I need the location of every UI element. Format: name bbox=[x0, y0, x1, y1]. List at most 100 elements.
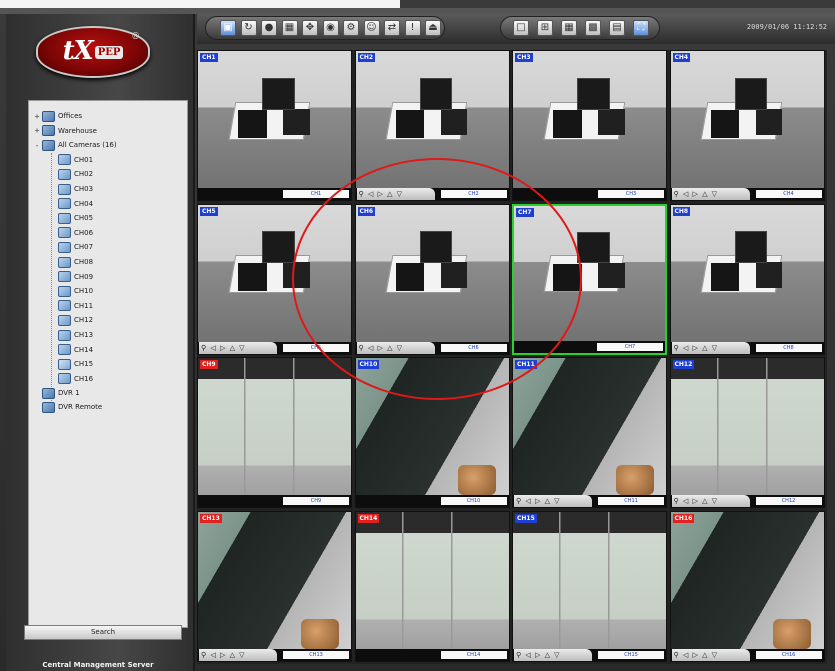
camera-tile[interactable]: CH7 CH7 bbox=[512, 203, 667, 355]
folder-icon bbox=[42, 125, 55, 137]
camera-icon bbox=[58, 358, 71, 370]
camera-channel-label: CH4 bbox=[672, 53, 691, 62]
camera-tile[interactable]: CH6 ⚲ ◁ ▷ △ ▽ CH6 bbox=[354, 203, 510, 355]
camera-channel-label: CH1 bbox=[200, 53, 218, 62]
search-button[interactable]: Search bbox=[24, 625, 182, 640]
camera-tile[interactable]: CH12 ⚲ ◁ ▷ △ ▽ CH12 bbox=[669, 357, 825, 508]
ptz-control-icon[interactable]: ⚲ ◁ ▷ △ ▽ bbox=[199, 341, 277, 354]
expand-toggle-icon[interactable]: - bbox=[33, 141, 41, 150]
ptz-control-icon[interactable]: ⚲ ◁ ▷ △ ▽ bbox=[514, 648, 592, 661]
logo-registered-mark: ® bbox=[131, 32, 140, 42]
camera-tile[interactable]: CH11 ⚲ ◁ ▷ △ ▽ CH11 bbox=[512, 357, 667, 508]
camera-tile[interactable]: CH2 ⚲ ◁ ▷ △ ▽ CH2 bbox=[354, 50, 510, 201]
camera-channel-label: CH16 bbox=[672, 513, 695, 523]
camera-tile[interactable]: CH15 ⚲ ◁ ▷ △ ▽ CH15 bbox=[512, 510, 667, 662]
camera-tile[interactable]: CH8 ⚲ ◁ ▷ △ ▽ CH8 bbox=[669, 203, 825, 355]
ptz-control-icon[interactable]: ⚲ ◁ ▷ △ ▽ bbox=[671, 341, 750, 354]
ptz-control-icon[interactable]: ⚲ ◁ ▷ △ ▽ bbox=[514, 495, 592, 507]
tree-item-label: CH01 bbox=[74, 155, 94, 164]
tree-item-label: CH03 bbox=[74, 185, 94, 193]
tree-item[interactable]: CH04 bbox=[57, 197, 93, 211]
camera-tile[interactable]: CH4 ⚲ ◁ ▷ △ ▽ CH4 bbox=[669, 50, 825, 201]
user-button[interactable]: ☺ bbox=[363, 20, 380, 36]
camera-status-bar: ⚲ ◁ ▷ △ ▽ CH13 bbox=[198, 648, 351, 661]
tree-item[interactable]: CH15 bbox=[57, 357, 93, 371]
tree-item[interactable]: CH11 bbox=[57, 299, 93, 313]
camera-view-button[interactable]: ▣ bbox=[220, 20, 236, 36]
ptz-button[interactable]: ✥ bbox=[302, 20, 318, 36]
network-button[interactable]: ⇄ bbox=[384, 20, 400, 36]
camera-feed bbox=[670, 204, 824, 354]
tree-item-label: CH13 bbox=[74, 331, 94, 339]
camera-tile[interactable]: CH16 ⚲ ◁ ▷ △ ▽ CH16 bbox=[669, 510, 825, 662]
top-edge bbox=[0, 0, 400, 8]
ptz-control-icon[interactable]: ⚲ ◁ ▷ △ ▽ bbox=[199, 648, 277, 661]
exit-button[interactable]: ⏏ bbox=[425, 20, 441, 36]
ptz-control-icon[interactable]: ⚲ ◁ ▷ △ ▽ bbox=[671, 648, 750, 661]
camera-channel-label: CH7 bbox=[516, 207, 534, 217]
camera-feed bbox=[198, 358, 351, 507]
camera-tile[interactable]: CH3 CH3 bbox=[512, 50, 667, 201]
folder-icon bbox=[42, 401, 55, 413]
tree-item[interactable]: CH10 bbox=[57, 284, 93, 298]
layout-3x3-button[interactable]: ▦ bbox=[561, 20, 577, 36]
tree-item[interactable]: CH16 bbox=[57, 372, 93, 386]
camera-tile[interactable]: CH13 ⚲ ◁ ▷ △ ▽ CH13 bbox=[197, 510, 352, 662]
record-button[interactable]: ● bbox=[261, 20, 277, 36]
tools-group: ▣ ↻ ● ▦ ✥ ◉ ⚙ ☺ ⇄! ⏏ bbox=[205, 16, 445, 40]
camera-status-bar: ⚲ ◁ ▷ △ ▽ CH2 bbox=[355, 188, 509, 200]
ptz-control-icon[interactable]: ⚲ ◁ ▷ △ ▽ bbox=[671, 188, 750, 200]
tree-item[interactable]: + Warehouse bbox=[33, 124, 97, 138]
camera-tile[interactable]: CH10 CH10 bbox=[354, 357, 510, 508]
ptz-control-icon[interactable]: ⚲ ◁ ▷ △ ▽ bbox=[671, 495, 750, 507]
tree-item[interactable]: CH09 bbox=[57, 270, 93, 284]
camera-tile[interactable]: CH5 ⚲ ◁ ▷ △ ▽ CH5 bbox=[197, 203, 352, 355]
camera-tile[interactable]: CH9 CH9 bbox=[197, 357, 352, 508]
expand-toggle-icon[interactable]: + bbox=[33, 126, 41, 135]
tree-item[interactable]: CH14 bbox=[57, 343, 93, 357]
tree-item[interactable]: DVR 1 bbox=[33, 386, 80, 400]
tree-item[interactable]: CH06 bbox=[57, 226, 93, 240]
config-button[interactable]: ⚙ bbox=[343, 20, 359, 36]
camera-channel-label: CH12 bbox=[672, 360, 695, 369]
tree-item[interactable]: CH12 bbox=[57, 313, 93, 327]
alarm-button[interactable]: ! bbox=[404, 20, 421, 36]
tree-item-label: CH11 bbox=[74, 301, 94, 310]
camera-status-bar: CH7 bbox=[514, 340, 665, 353]
tree-item[interactable]: CH03 bbox=[57, 182, 93, 196]
tree-item[interactable]: DVR Remote bbox=[33, 400, 102, 414]
snapshot-button[interactable]: ◉ bbox=[322, 20, 339, 36]
layout-custom-button[interactable]: ▤ bbox=[609, 20, 625, 36]
layout-4x4-button[interactable]: ▩ bbox=[585, 20, 601, 36]
layout-1x1-button[interactable]: □ bbox=[513, 20, 529, 36]
ptz-control-icon[interactable]: ⚲ ◁ ▷ △ ▽ bbox=[356, 188, 435, 200]
device-tree[interactable]: + Offices + Warehouse - All Cameras (16) CH01 C… bbox=[28, 100, 188, 628]
playback-button[interactable]: ↻ bbox=[240, 20, 257, 36]
tree-item[interactable]: - All Cameras (16) bbox=[33, 138, 117, 152]
footer-label: Central Management Server bbox=[42, 661, 154, 669]
tree-item-label: CH05 bbox=[74, 214, 94, 223]
camera-icon bbox=[58, 198, 71, 210]
tree-item[interactable]: CH07 bbox=[57, 240, 93, 254]
camera-tile[interactable]: CH14 CH14 bbox=[354, 510, 510, 662]
layout-2x2-button[interactable]: ⊞ bbox=[537, 20, 553, 36]
camera-feed bbox=[670, 51, 824, 200]
expand-toggle-icon[interactable]: + bbox=[33, 112, 41, 121]
tree-item[interactable]: CH01 bbox=[57, 153, 93, 167]
logo-badge: PEP bbox=[94, 46, 124, 59]
ptz-control-icon[interactable]: ⚲ ◁ ▷ △ ▽ bbox=[356, 341, 435, 354]
camera-status-bar: ⚲ ◁ ▷ △ ▽ CH6 bbox=[355, 341, 509, 354]
tree-item[interactable]: CH05 bbox=[57, 211, 93, 225]
camera-icon bbox=[58, 241, 71, 253]
tree-item[interactable]: CH13 bbox=[57, 328, 93, 342]
tree-item-label: CH07 bbox=[74, 243, 94, 252]
layout-button[interactable]: ▦ bbox=[281, 20, 298, 36]
tree-item[interactable]: + Offices bbox=[33, 109, 82, 123]
tree-item[interactable]: CH08 bbox=[57, 255, 93, 269]
camera-channel-label: CH15 bbox=[515, 513, 537, 523]
camera-tile[interactable]: CH1 CH1 bbox=[197, 50, 352, 201]
camera-name: CH6 bbox=[440, 343, 507, 352]
layout-group: □ ⊞ ▦ ▩ ▤ ⛶ bbox=[500, 16, 660, 40]
tree-item[interactable]: CH02 bbox=[57, 167, 93, 181]
layout-full-button[interactable]: ⛶ bbox=[633, 20, 649, 36]
